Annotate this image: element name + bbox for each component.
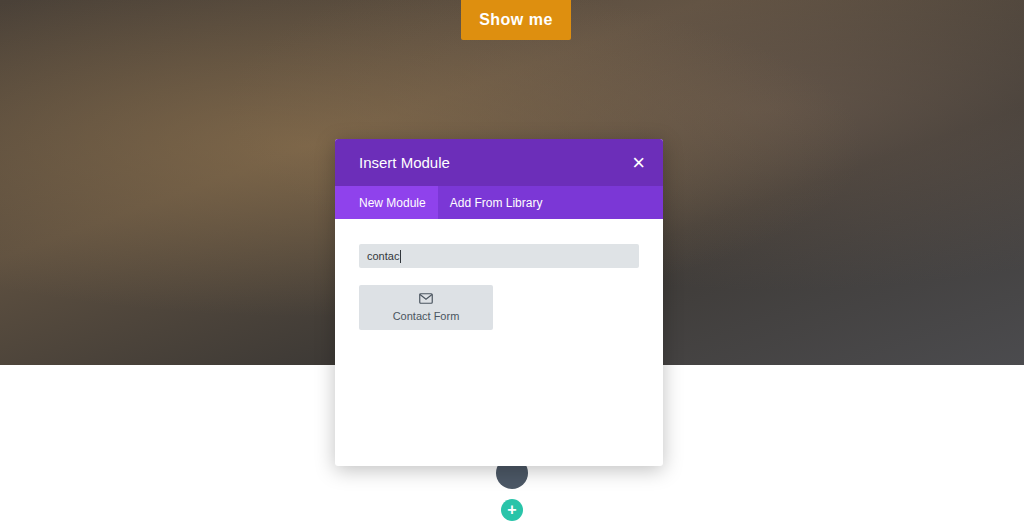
tab[interactable]: New Module	[335, 186, 438, 219]
show-me-button[interactable]: Show me	[461, 0, 571, 40]
insert-module-modal: Insert Module × New ModuleAdd From Library…	[335, 139, 663, 466]
envelope-icon	[419, 293, 433, 304]
text-cursor	[400, 250, 401, 263]
tab[interactable]: Add From Library	[438, 186, 555, 219]
module-list: Contact Form	[359, 285, 639, 330]
add-row-button[interactable]: +	[501, 499, 523, 521]
search-value: contac	[367, 250, 399, 262]
modal-title: Insert Module	[359, 154, 450, 171]
modal-body: contac Contact Form	[335, 219, 663, 330]
module-label: Contact Form	[393, 310, 460, 322]
modal-header: Insert Module ×	[335, 139, 663, 186]
page: Show me + Insert Module × New ModuleAdd From…	[0, 0, 1024, 530]
tab-bar: New ModuleAdd From Library	[335, 186, 663, 219]
search-field[interactable]: contac	[359, 244, 639, 268]
close-button[interactable]: ×	[630, 152, 647, 174]
module-card[interactable]: Contact Form	[359, 285, 493, 330]
